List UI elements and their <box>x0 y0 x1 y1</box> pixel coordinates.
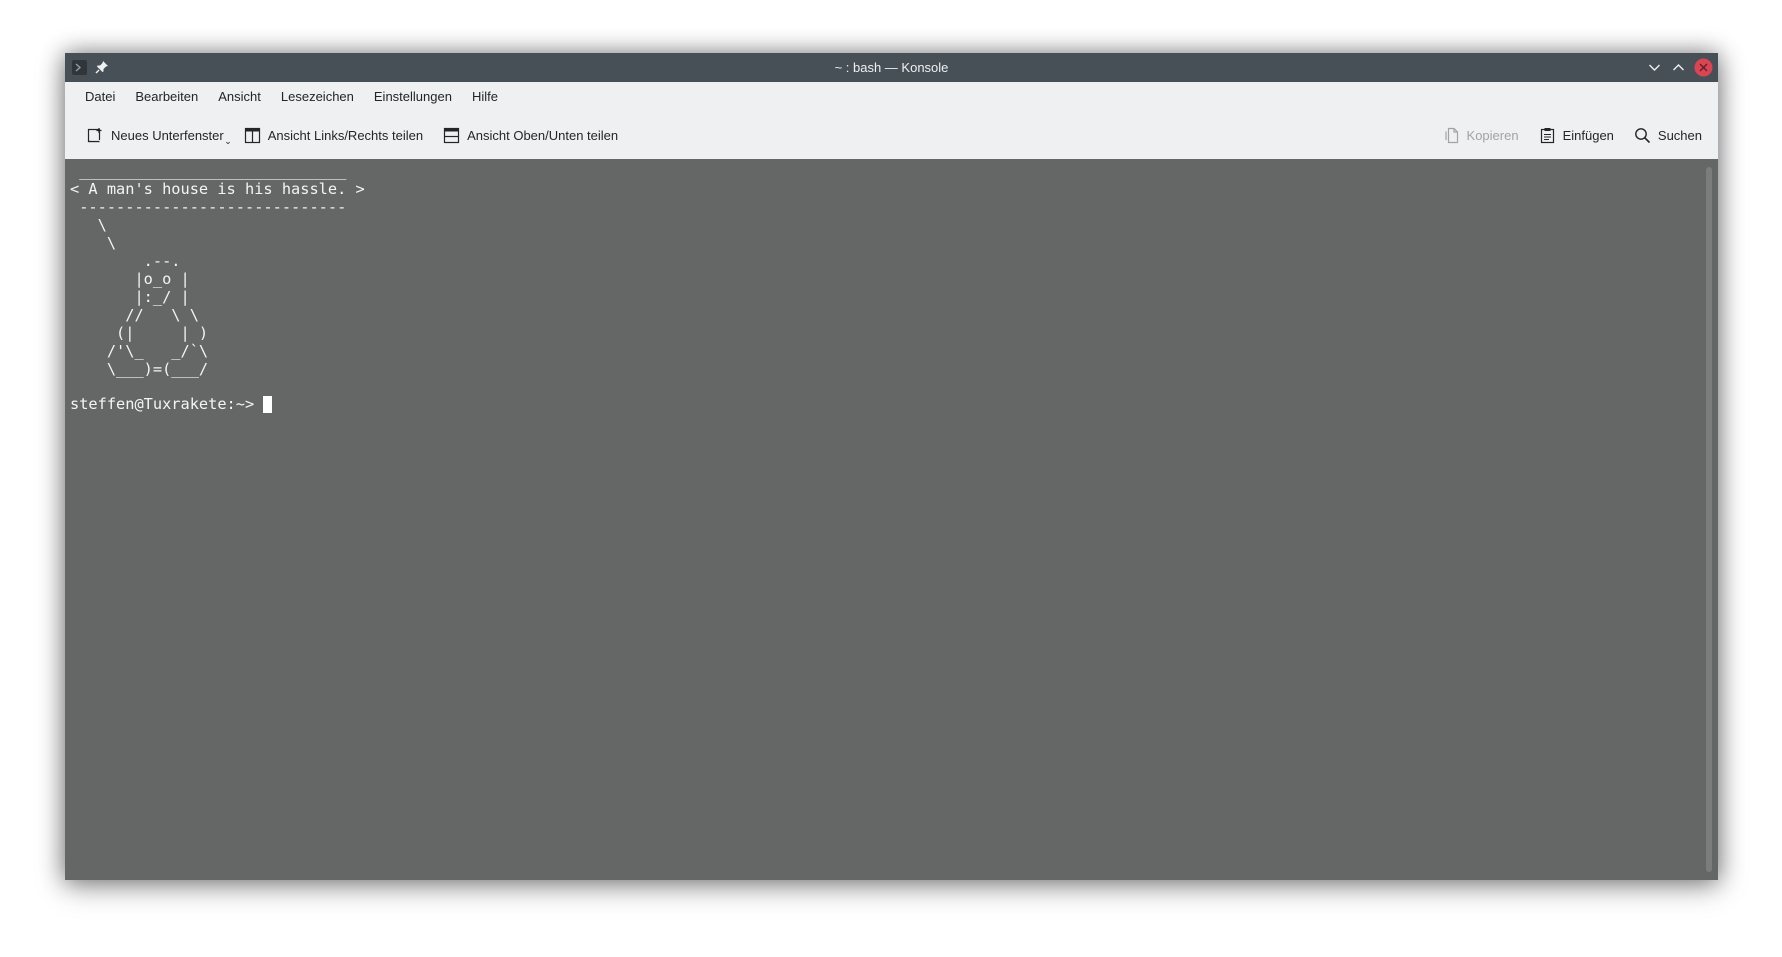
search-icon <box>1635 128 1650 144</box>
menu-hilfe[interactable]: Hilfe <box>462 85 508 109</box>
copy-label: Kopieren <box>1466 128 1519 143</box>
chevron-down-icon[interactable]: ⌄ <box>224 136 232 147</box>
split-left-right-label: Ansicht Links/Rechts teilen <box>267 128 424 143</box>
title-bar[interactable]: ~ : bash — Konsole <box>65 53 1718 82</box>
menu-datei[interactable]: Datei <box>75 85 125 109</box>
paste-label: Einfügen <box>1562 128 1614 143</box>
prompt-line[interactable]: steffen@Tuxrakete:~> <box>70 395 273 413</box>
copy-icon <box>1444 127 1458 144</box>
new-tab-icon <box>87 128 104 143</box>
window-title: ~ : bash — Konsole <box>834 60 949 75</box>
new-tab-button[interactable]: Neues Unterfenster ⌄ <box>81 121 232 151</box>
shell-prompt: steffen@Tuxrakete:~> <box>70 395 255 413</box>
close-icon[interactable] <box>1694 58 1713 77</box>
split-vertical-icon <box>443 127 460 144</box>
split-top-bottom-label: Ansicht Oben/Unten teilen <box>467 128 619 143</box>
menu-bearbeiten[interactable]: Bearbeiten <box>125 85 208 109</box>
menu-bar: Datei Bearbeiten Ansicht Lesezeichen Ein… <box>65 82 1718 112</box>
chevron-down-icon[interactable] <box>1645 58 1664 77</box>
text-cursor <box>263 395 273 413</box>
toolbar: Neues Unterfenster ⌄ Ansicht Links/Recht… <box>65 112 1718 159</box>
split-top-bottom-button[interactable]: Ansicht Oben/Unten teilen <box>437 121 624 151</box>
menu-lesezeichen[interactable]: Lesezeichen <box>271 85 364 109</box>
search-label: Suchen <box>1657 128 1702 143</box>
menu-einstellungen[interactable]: Einstellungen <box>364 85 462 109</box>
split-left-right-button[interactable]: Ansicht Links/Rechts teilen <box>238 121 429 151</box>
split-horizontal-icon <box>244 127 260 144</box>
search-button[interactable]: Suchen <box>1628 121 1708 151</box>
menu-ansicht[interactable]: Ansicht <box>208 85 271 109</box>
terminal-area[interactable]: _____________________________ < A man's … <box>65 159 1718 880</box>
paste-icon <box>1540 128 1554 144</box>
new-tab-label: Neues Unterfenster <box>111 128 224 143</box>
copy-button[interactable]: Kopieren <box>1437 121 1525 151</box>
scrollbar[interactable] <box>1706 167 1712 872</box>
konsole-window: ~ : bash — Konsole Datei Bearbeiten Ansi… <box>65 53 1718 880</box>
paste-button[interactable]: Einfügen <box>1533 121 1620 151</box>
chevron-up-icon[interactable] <box>1669 58 1688 77</box>
terminal-output: _____________________________ < A man's … <box>70 162 365 378</box>
